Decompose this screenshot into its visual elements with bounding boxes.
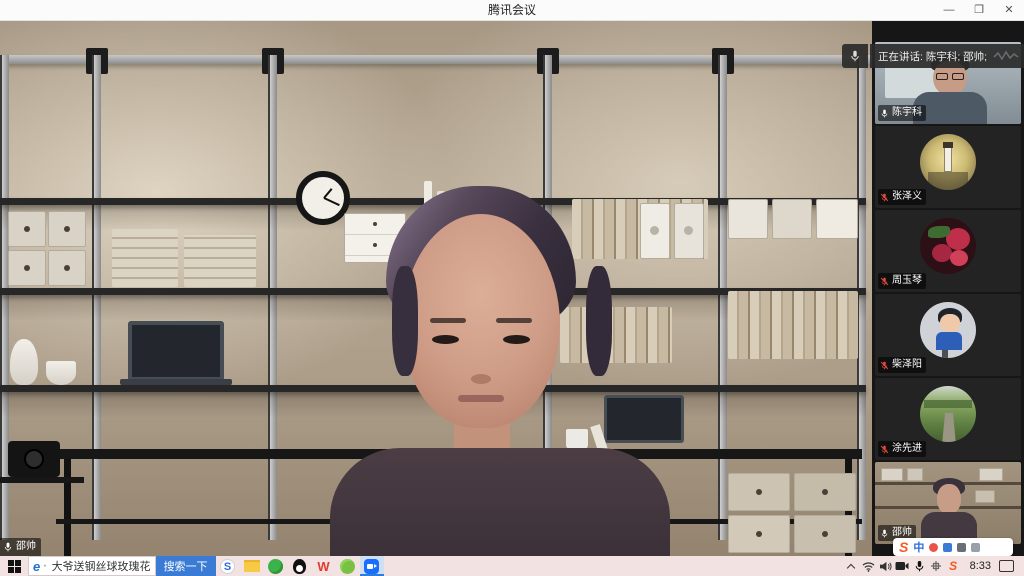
camera: [8, 441, 60, 477]
windows-taskbar: e · 大爷送钢丝球玫瑰花 搜索一下 S W: [0, 556, 1024, 576]
taskbar-app-360-browser[interactable]: [264, 556, 288, 576]
camera-in-use-icon[interactable]: [894, 556, 911, 576]
action-center-icon[interactable]: [999, 560, 1014, 572]
wps-w-icon: W: [317, 559, 329, 574]
participant-tile-self[interactable]: 邵帅: [875, 462, 1021, 544]
microphone-in-use-icon[interactable]: [911, 556, 928, 576]
participant-tile[interactable]: 涂先进: [875, 378, 1021, 460]
book-stack: [112, 229, 178, 287]
windows-logo-icon: [8, 560, 21, 573]
mic-muted-icon: [880, 361, 889, 370]
avatar: [920, 134, 976, 190]
avatar: [920, 218, 976, 274]
speaker-name-label: 邵帅: [0, 538, 41, 556]
participant-name: 涂先进: [892, 441, 922, 457]
box: [728, 199, 768, 239]
taskbar-app-sogou-browser[interactable]: S: [216, 556, 240, 576]
minimize-button[interactable]: —: [934, 0, 964, 21]
avatar: [920, 386, 976, 442]
storage-box: [8, 250, 46, 286]
person: [330, 186, 670, 556]
tencent-meeting-icon: [364, 559, 379, 574]
taskbar-app-360-security[interactable]: [336, 556, 360, 576]
mic-icon: [880, 529, 889, 538]
mic-icon: [842, 44, 868, 68]
participant-name: 陈宇科: [892, 105, 922, 121]
close-button[interactable]: ✕: [994, 0, 1024, 21]
voice-input-icon[interactable]: [943, 543, 952, 552]
taskbar-app-qq[interactable]: [288, 556, 312, 576]
sogou-ime-bar[interactable]: S 中: [893, 538, 1013, 556]
volume-icon[interactable]: [877, 556, 894, 576]
voice-waveform-icon: [993, 49, 1019, 63]
hidden-icons-chevron[interactable]: [843, 556, 860, 576]
browser-e-icon: e: [33, 559, 40, 574]
binder-box: [674, 203, 704, 259]
wifi-icon[interactable]: [860, 556, 877, 576]
meeting-content: 邵帅 正在讲话: 陈宇科; 邵帅;: [0, 21, 1024, 556]
storage-box: [8, 211, 46, 247]
storage-box: [48, 211, 86, 247]
taskbar-app-tencent-meeting[interactable]: [360, 556, 384, 576]
laptop: [128, 321, 224, 381]
mic-muted-icon: [880, 445, 889, 454]
start-button[interactable]: [0, 556, 28, 576]
sogou-browser-icon: S: [220, 559, 235, 574]
participant-name: 柴泽阳: [892, 357, 922, 373]
participant-tile[interactable]: 柴泽阳: [875, 294, 1021, 376]
maximize-button[interactable]: ❐: [964, 0, 994, 21]
taskbar-clock[interactable]: 8:33: [962, 560, 999, 572]
sogou-logo-icon[interactable]: S: [899, 538, 908, 556]
participant-tile[interactable]: 张泽义: [875, 126, 1021, 208]
taskbar-app-file-explorer[interactable]: [240, 556, 264, 576]
green-shield-icon: [340, 559, 355, 574]
storage-box: [728, 473, 790, 511]
mic-icon: [3, 542, 13, 552]
participant-name: 张泽义: [892, 189, 922, 205]
participant-name: 周玉琴: [892, 273, 922, 289]
search-suggestion-text[interactable]: 大爷送钢丝球玫瑰花: [52, 558, 151, 574]
now-speaking-overlay: 正在讲话: 陈宇科; 邵帅;: [842, 44, 1024, 68]
main-video-feed[interactable]: 邵帅: [0, 21, 872, 556]
participants-panel: 陈宇科 张泽义: [872, 21, 1024, 556]
search-button[interactable]: 搜索一下: [156, 556, 216, 576]
box: [816, 199, 858, 239]
shelf-frame: [0, 55, 872, 64]
window-titlebar: 腾讯会议 — ❐ ✕: [0, 0, 1024, 21]
taskbar-app-wps[interactable]: W: [312, 556, 336, 576]
mic-muted-icon: [880, 277, 889, 286]
window-title: 腾讯会议: [0, 0, 1024, 21]
green-browser-icon: [268, 559, 283, 574]
storage-box: [728, 515, 790, 553]
system-tray: S 8:33: [843, 556, 1024, 576]
folder-icon: [244, 560, 260, 572]
book-stack: [184, 235, 256, 287]
storage-box: [794, 473, 856, 511]
vase: [10, 339, 38, 385]
now-speaking-text: 正在讲话: 陈宇科; 邵帅;: [878, 49, 987, 64]
ime-indicator-icon[interactable]: [928, 556, 945, 576]
participant-tile[interactable]: 周玉琴: [875, 210, 1021, 292]
desktop: 腾讯会议 — ❐ ✕: [0, 0, 1024, 576]
glasses: [936, 73, 948, 80]
mic-icon: [880, 109, 889, 118]
box: [772, 199, 812, 239]
emoji-icon[interactable]: [929, 543, 938, 552]
storage-box: [794, 515, 856, 553]
mic-muted-icon: [880, 193, 889, 202]
sogou-tray-icon[interactable]: S: [945, 556, 962, 576]
storage-box: [48, 250, 86, 286]
avatar: [920, 302, 976, 358]
taskbar-search-box[interactable]: e · 大爷送钢丝球玫瑰花: [28, 556, 156, 576]
toolbox-icon[interactable]: [971, 543, 980, 552]
ime-chinese-mode-icon[interactable]: 中: [913, 539, 924, 555]
qq-penguin-icon: [293, 559, 306, 574]
book-row: [728, 291, 858, 359]
bowl: [46, 361, 76, 385]
keyboard-icon[interactable]: [957, 543, 966, 552]
